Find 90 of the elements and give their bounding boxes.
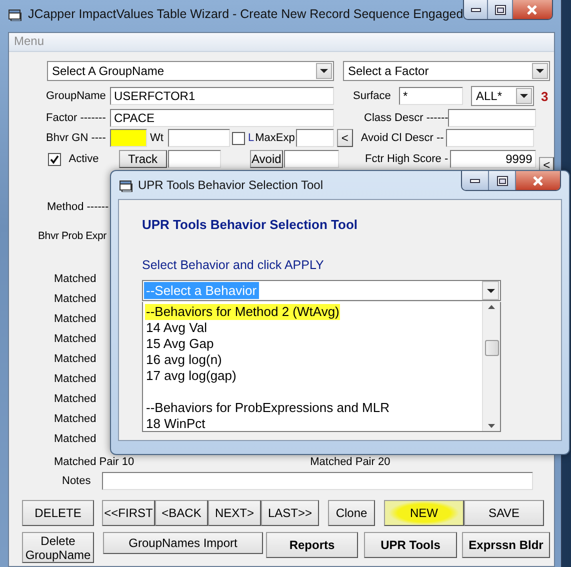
field-label: Active xyxy=(68,153,100,165)
track-button[interactable]: Track xyxy=(118,150,167,168)
window-title: JCapper ImpactValues Table Wizard - Create New Record Sequence Engaged xyxy=(28,7,464,21)
scroll-thumb[interactable] xyxy=(484,340,498,356)
toolbar-button[interactable]: SAVE xyxy=(464,500,544,526)
scrollbar[interactable] xyxy=(482,302,500,431)
window-icon xyxy=(119,178,133,192)
avoid-field[interactable] xyxy=(284,150,340,168)
behavior-option[interactable]: 15 Avg Gap xyxy=(145,336,215,352)
group-header-option[interactable]: --Behaviors for Method 2 (WtAvg) xyxy=(145,304,340,320)
minimize-icon xyxy=(470,178,480,184)
field-label: MaxExp xyxy=(255,132,295,144)
toolbar-button[interactable]: UPR Tools xyxy=(364,532,457,558)
toolbar-button[interactable]: Delete GroupName xyxy=(22,532,94,563)
factor-field[interactable]: CPACE xyxy=(110,109,334,127)
field-label: Fctr High Score - xyxy=(365,153,450,165)
field-label: Matched xyxy=(54,392,96,407)
dropdown-arrow-icon xyxy=(536,69,544,73)
maximize-icon xyxy=(496,176,508,186)
toolbar-button[interactable]: Reports xyxy=(266,532,358,558)
count-text: 3 xyxy=(541,88,548,104)
dropdown-arrow-icon xyxy=(520,94,528,98)
field-label: Matched xyxy=(54,412,96,427)
field-label: Matched xyxy=(54,372,96,387)
bhvr-gn-field[interactable] xyxy=(110,129,147,147)
toolbar-button[interactable]: DELETE xyxy=(22,500,94,526)
field-label: GroupName xyxy=(46,90,107,102)
field-label: Matched xyxy=(54,312,96,327)
dialog-heading: UPR Tools Behavior Selection Tool xyxy=(142,217,358,232)
field-label: Matched Pair 10 xyxy=(54,455,134,470)
avoid-button[interactable]: Avoid xyxy=(250,150,284,168)
maximize-button[interactable] xyxy=(488,0,513,19)
group-header-option[interactable]: --Behaviors for ProbExpressions and MLR xyxy=(145,400,390,416)
field-label: Bhvr Prob Expr xyxy=(38,230,106,242)
toolbar-button[interactable]: LAST>> xyxy=(261,500,319,526)
arrow-button[interactable]: < xyxy=(336,129,353,147)
field-label: Matched xyxy=(54,272,96,287)
close-button[interactable] xyxy=(512,0,552,19)
field-label: Matched xyxy=(54,332,96,347)
field-label: Matched Pair 20 xyxy=(310,455,390,470)
checkbox[interactable] xyxy=(48,152,61,166)
window-icon xyxy=(8,8,22,20)
dropdown-arrow-icon xyxy=(320,69,328,73)
wt-field[interactable] xyxy=(168,129,230,147)
close-button[interactable] xyxy=(516,171,560,190)
factor-dropdown[interactable]: Select a Factor xyxy=(343,61,550,81)
maximize-button[interactable] xyxy=(489,171,516,190)
groupname-field[interactable]: USERFCTOR1 xyxy=(110,87,334,105)
behavior-option[interactable]: 17 avg log(gap) xyxy=(145,368,238,384)
dropdown-arrow-icon xyxy=(486,288,494,292)
field-label: Factor ------- xyxy=(46,112,107,124)
checkbox[interactable] xyxy=(232,132,245,144)
behavior-option[interactable]: 14 Avg Val xyxy=(145,320,208,336)
notes-field[interactable] xyxy=(102,472,533,490)
field-label: Class Descr ------ xyxy=(364,112,448,124)
field-label: Wt xyxy=(150,132,164,144)
field-label: Matched xyxy=(54,352,96,367)
check-icon xyxy=(50,154,59,164)
field-label: Matched xyxy=(54,292,96,307)
field-label: Matched xyxy=(54,432,96,447)
field-label: Notes xyxy=(62,475,92,487)
behavior-option[interactable]: 16 avg log(n) xyxy=(145,352,223,368)
minimize-button[interactable] xyxy=(462,171,489,190)
toolbar-button[interactable]: Exprssn Bldr xyxy=(462,532,550,558)
surface-dropdown[interactable]: ALL* xyxy=(471,86,534,106)
field-label: Avoid Cl Descr -- xyxy=(360,132,445,144)
toolbar-button[interactable]: Clone xyxy=(328,500,375,526)
fctr-high-score-field[interactable]: 9999 xyxy=(450,150,536,168)
toolbar-button[interactable]: NEXT> xyxy=(208,500,261,526)
toolbar-button[interactable]: <BACK xyxy=(155,500,208,526)
field-label: Surface xyxy=(353,90,392,102)
minimize-button[interactable] xyxy=(464,0,488,19)
max-exp-field[interactable] xyxy=(296,129,334,147)
groupname-dropdown[interactable]: Select A GroupName xyxy=(47,61,334,81)
instruction-text: Select Behavior and click APPLY xyxy=(142,258,324,272)
dialog-title: UPR Tools Behavior Selection Tool xyxy=(138,178,323,192)
close-icon xyxy=(532,176,544,186)
behavior-option[interactable]: 18 WinPct xyxy=(145,416,206,432)
field-label: L xyxy=(248,132,254,144)
close-icon xyxy=(526,4,538,14)
minimize-icon xyxy=(470,6,481,12)
class-descr-field[interactable] xyxy=(448,109,536,127)
avoid-cl-descr-field[interactable] xyxy=(446,129,534,147)
toolbar-button[interactable]: GroupNames Import xyxy=(103,532,263,554)
field-label: Bhvr GN ---- xyxy=(46,132,107,144)
field-label: Method ------ xyxy=(47,201,109,213)
surface-field[interactable]: * xyxy=(399,87,463,105)
maximize-icon xyxy=(494,4,506,14)
toolbar-button[interactable]: NEW xyxy=(384,500,464,526)
toolbar-button[interactable]: <<FIRST xyxy=(102,500,155,526)
